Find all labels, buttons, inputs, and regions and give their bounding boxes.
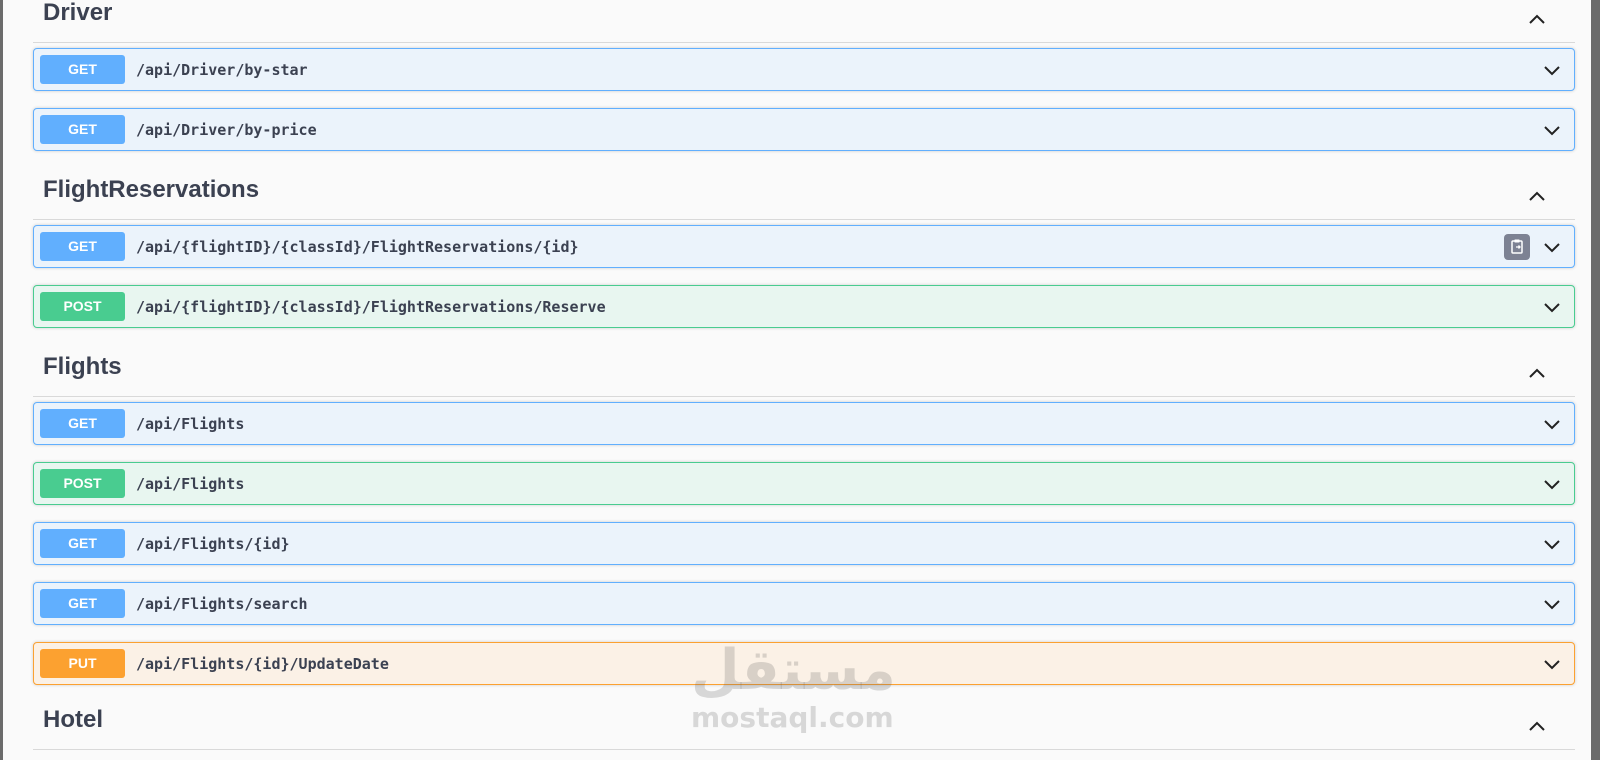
chevron-up-icon[interactable] [1525, 8, 1549, 32]
operation-put-flight-update-date[interactable]: PUT /api/Flights/{id}/UpdateDate [33, 642, 1575, 685]
operation-get-driver-by-price[interactable]: GET /api/Driver/by-price [33, 108, 1575, 151]
operation-path: /api/Flights [136, 475, 245, 493]
section-title: Hotel [43, 706, 103, 733]
method-badge: POST [40, 469, 125, 498]
operation-path: /api/{flightID}/{classId}/FlightReservat… [136, 298, 606, 316]
operation-path: /api/{flightID}/{classId}/FlightReservat… [136, 238, 579, 256]
chevron-down-icon[interactable] [1540, 235, 1564, 259]
method-badge: GET [40, 55, 125, 84]
method-badge: GET [40, 409, 125, 438]
chevron-down-icon[interactable] [1540, 532, 1564, 556]
chevron-down-icon[interactable] [1540, 58, 1564, 82]
operation-path: /api/Flights/{id} [136, 535, 290, 553]
chevron-down-icon[interactable] [1540, 118, 1564, 142]
method-badge: GET [40, 529, 125, 558]
section-title: Driver [43, 0, 113, 26]
chevron-up-icon[interactable] [1525, 362, 1549, 386]
section-title: Flights [43, 353, 122, 380]
chevron-up-icon[interactable] [1525, 715, 1549, 739]
operation-get-flight-by-id[interactable]: GET /api/Flights/{id} [33, 522, 1575, 565]
operation-post-flights[interactable]: POST /api/Flights [33, 462, 1575, 505]
swagger-page: Driver GET /api/Driver/by-star GET /api/… [0, 0, 1600, 760]
chevron-down-icon[interactable] [1540, 295, 1564, 319]
method-badge: POST [40, 292, 125, 321]
operation-path: /api/Driver/by-price [136, 121, 317, 139]
chevron-down-icon[interactable] [1540, 652, 1564, 676]
operation-path: /api/Driver/by-star [136, 61, 308, 79]
operation-path: /api/Flights/{id}/UpdateDate [136, 655, 389, 673]
method-badge: GET [40, 115, 125, 144]
section-title: FlightReservations [43, 176, 260, 203]
chevron-up-icon[interactable] [1525, 185, 1549, 209]
chevron-down-icon[interactable] [1540, 592, 1564, 616]
chevron-down-icon[interactable] [1540, 412, 1564, 436]
operation-get-flights-search[interactable]: GET /api/Flights/search [33, 582, 1575, 625]
method-badge: GET [40, 232, 125, 261]
operation-path: /api/Flights/search [136, 595, 308, 613]
section-hotel: Hotel [33, 703, 1575, 755]
section-driver: Driver GET /api/Driver/by-star GET /api/… [33, 0, 1575, 168]
section-header-flightreservations[interactable]: FlightReservations [33, 173, 1575, 220]
operation-get-flights[interactable]: GET /api/Flights [33, 402, 1575, 445]
section-header-driver[interactable]: Driver [33, 0, 1575, 43]
section-flights: Flights GET /api/Flights POST /api/Fligh… [33, 350, 1575, 702]
section-header-hotel[interactable]: Hotel [33, 703, 1575, 750]
method-badge: PUT [40, 649, 125, 678]
operation-get-driver-by-star[interactable]: GET /api/Driver/by-star [33, 48, 1575, 91]
copy-to-clipboard-icon[interactable] [1504, 234, 1530, 260]
section-header-flights[interactable]: Flights [33, 350, 1575, 397]
operation-post-flightreservation-reserve[interactable]: POST /api/{flightID}/{classId}/FlightRes… [33, 285, 1575, 328]
section-flightreservations: FlightReservations GET /api/{flightID}/{… [33, 173, 1575, 345]
chevron-down-icon[interactable] [1540, 472, 1564, 496]
method-badge: GET [40, 589, 125, 618]
operation-path: /api/Flights [136, 415, 245, 433]
operation-get-flightreservation-by-id[interactable]: GET /api/{flightID}/{classId}/FlightRese… [33, 225, 1575, 268]
